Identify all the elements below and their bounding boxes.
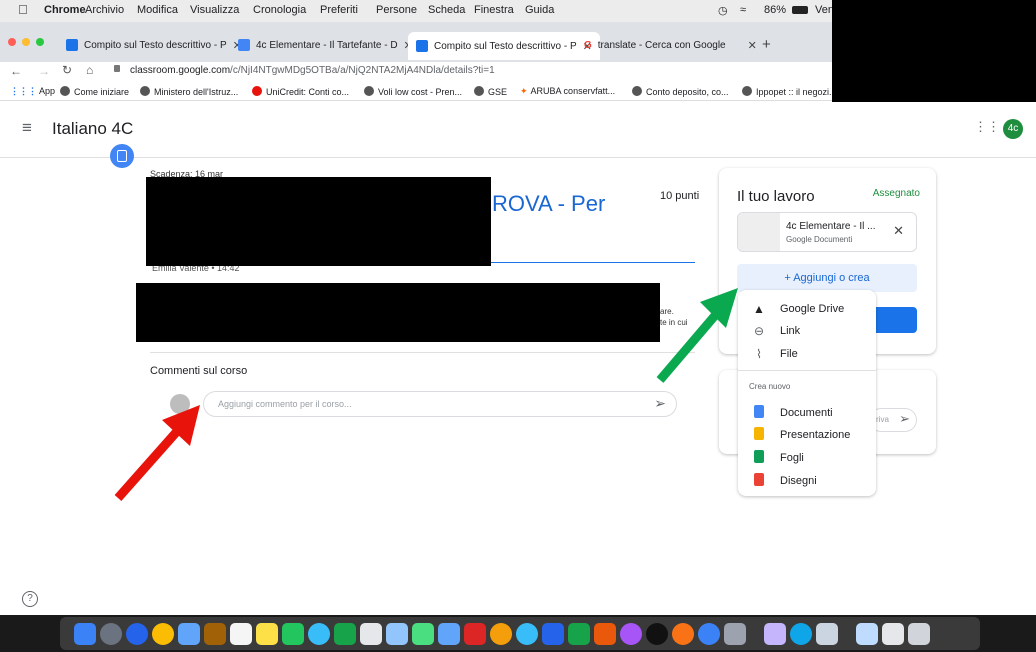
trash-icon[interactable] bbox=[908, 623, 930, 645]
launchpad-icon[interactable] bbox=[100, 623, 122, 645]
maps-icon[interactable] bbox=[282, 623, 304, 645]
red-arrow bbox=[114, 405, 200, 501]
green-arrow bbox=[656, 288, 738, 383]
calendar-icon[interactable] bbox=[230, 623, 252, 645]
downloads-folder-icon[interactable] bbox=[856, 623, 878, 645]
contacts-icon[interactable] bbox=[204, 623, 226, 645]
finder-icon[interactable] bbox=[74, 623, 96, 645]
app-store-icon[interactable] bbox=[698, 623, 720, 645]
notes-icon[interactable] bbox=[256, 623, 278, 645]
numbers-icon[interactable] bbox=[412, 623, 434, 645]
annotation-arrows bbox=[114, 288, 738, 501]
help-icon[interactable]: ? bbox=[22, 591, 38, 607]
favorites-icon[interactable] bbox=[764, 623, 786, 645]
music-icon[interactable] bbox=[516, 623, 538, 645]
excel-icon[interactable] bbox=[568, 623, 590, 645]
acrobat-icon[interactable] bbox=[464, 623, 486, 645]
books-icon[interactable] bbox=[672, 623, 694, 645]
mac-dock bbox=[0, 615, 1036, 652]
photos-icon[interactable] bbox=[360, 623, 382, 645]
screenshot-icon[interactable] bbox=[816, 623, 838, 645]
document-icon[interactable] bbox=[882, 623, 904, 645]
facetime-icon[interactable] bbox=[334, 623, 356, 645]
podcasts-icon[interactable] bbox=[620, 623, 642, 645]
reminders-icon[interactable] bbox=[386, 623, 408, 645]
chrome-icon[interactable] bbox=[152, 623, 174, 645]
messages-icon[interactable] bbox=[308, 623, 330, 645]
safari-icon[interactable] bbox=[126, 623, 148, 645]
word-icon[interactable] bbox=[542, 623, 564, 645]
edge-icon[interactable] bbox=[790, 623, 812, 645]
tv-icon[interactable] bbox=[646, 623, 668, 645]
photos-app-icon[interactable] bbox=[490, 623, 512, 645]
preview-icon[interactable] bbox=[178, 623, 200, 645]
system-preferences-icon[interactable] bbox=[724, 623, 746, 645]
keynote-icon[interactable] bbox=[438, 623, 460, 645]
powerpoint-icon[interactable] bbox=[594, 623, 616, 645]
